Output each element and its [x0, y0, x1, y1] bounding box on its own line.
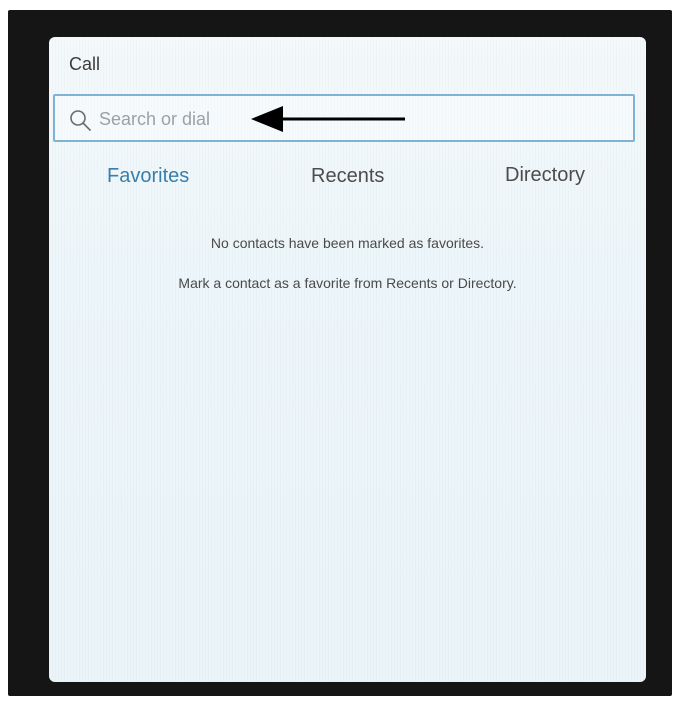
- tab-favorites[interactable]: Favorites: [107, 165, 189, 188]
- arrow-left-icon: [251, 106, 405, 132]
- search-field[interactable]: [53, 94, 635, 142]
- panel-title: Call: [69, 54, 101, 74]
- call-panel: Call Favorites Recents Directory No cont…: [49, 37, 646, 682]
- favorites-empty-message: No contacts have been marked as favorite…: [210, 235, 485, 251]
- search-icon: [70, 110, 91, 131]
- tab-recents[interactable]: Recents: [311, 165, 384, 188]
- tab-directory[interactable]: Directory: [505, 164, 585, 187]
- favorites-hint-message: Mark a contact as a favorite from Recent…: [178, 275, 517, 291]
